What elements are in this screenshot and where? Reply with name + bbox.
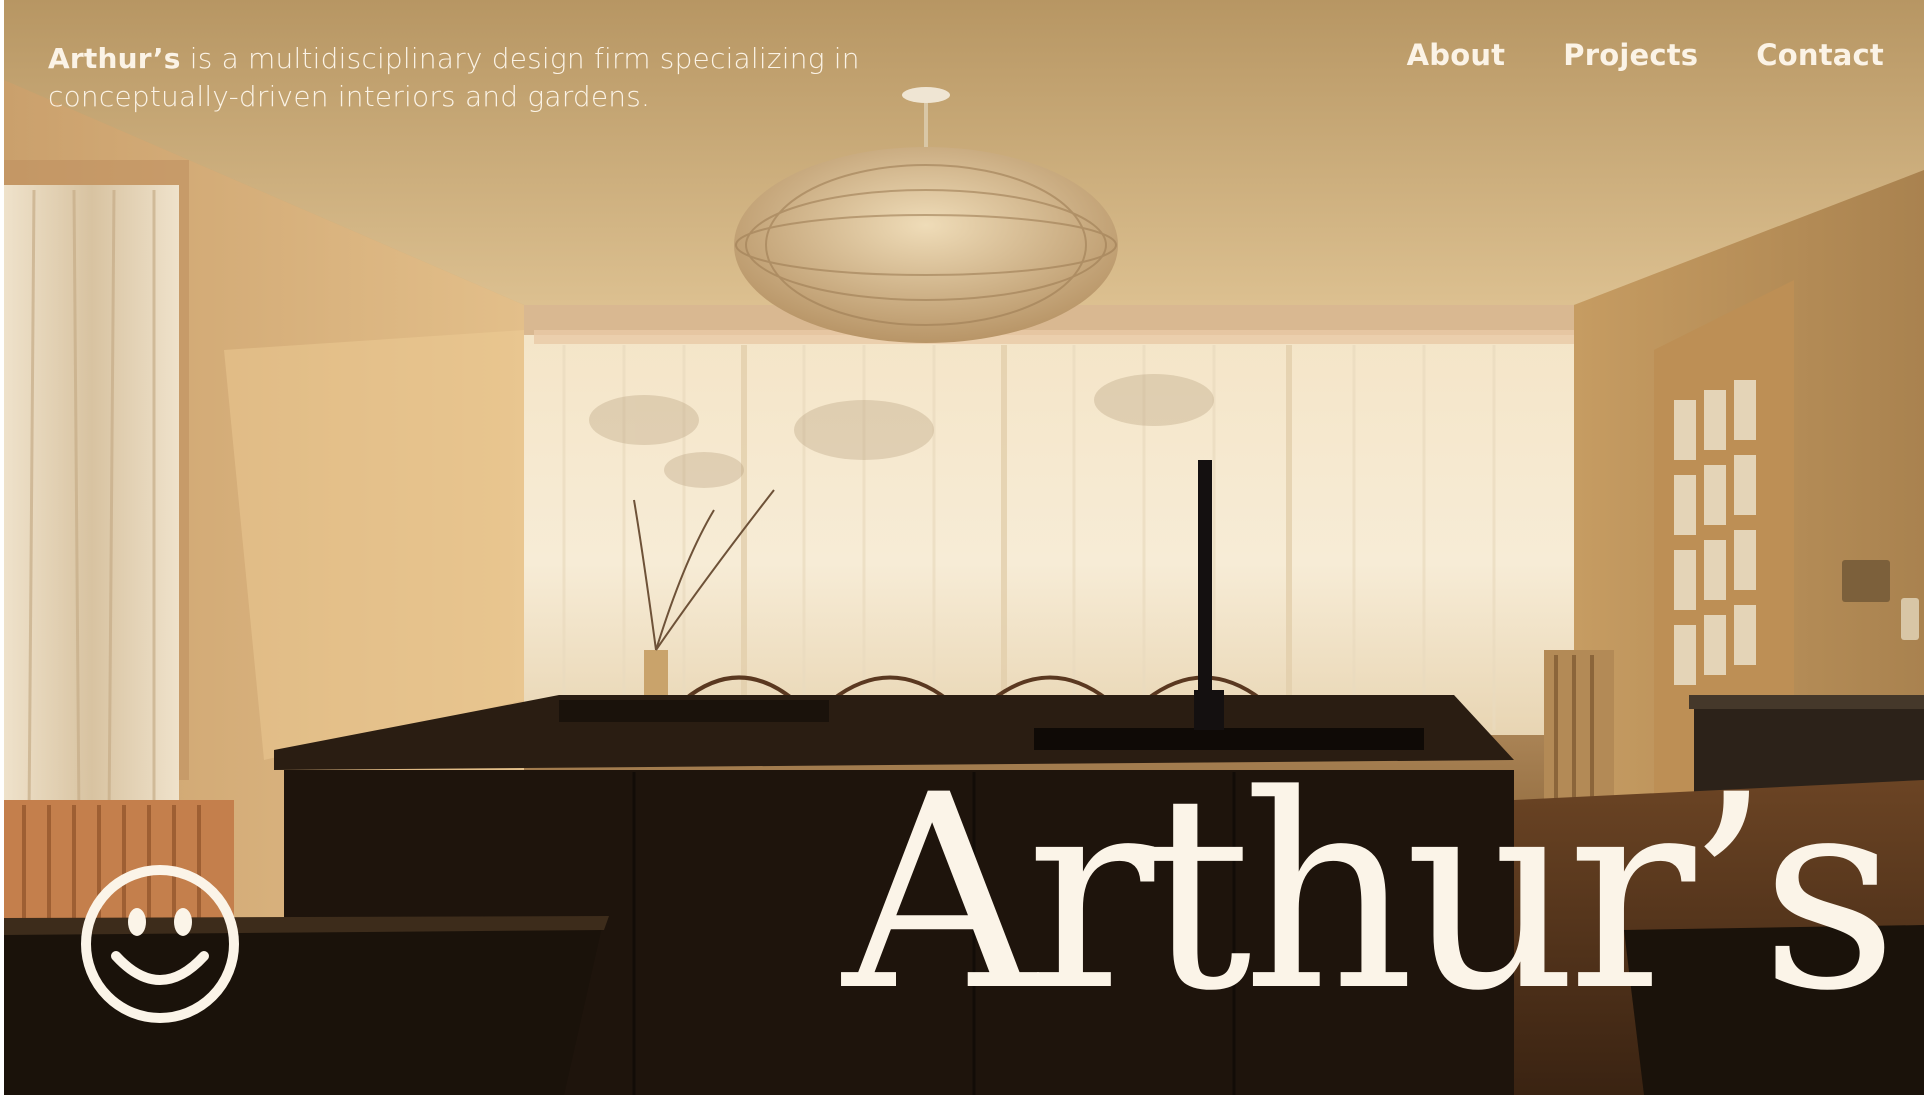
nav-projects-link[interactable]: Projects bbox=[1563, 38, 1698, 72]
tagline-brand: Arthur’s bbox=[48, 42, 181, 75]
nav-about-link[interactable]: About bbox=[1407, 38, 1506, 72]
hero-wordmark: Arthur’s bbox=[842, 738, 1898, 1050]
smiley-face-icon bbox=[81, 865, 239, 1023]
main-nav: About Projects Contact bbox=[1407, 38, 1884, 72]
tagline: Arthur’s is a multidisciplinary design f… bbox=[48, 40, 868, 116]
nav-contact-link[interactable]: Contact bbox=[1756, 38, 1884, 72]
hero-section: Arthur’s is a multidisciplinary design f… bbox=[4, 0, 1924, 1095]
